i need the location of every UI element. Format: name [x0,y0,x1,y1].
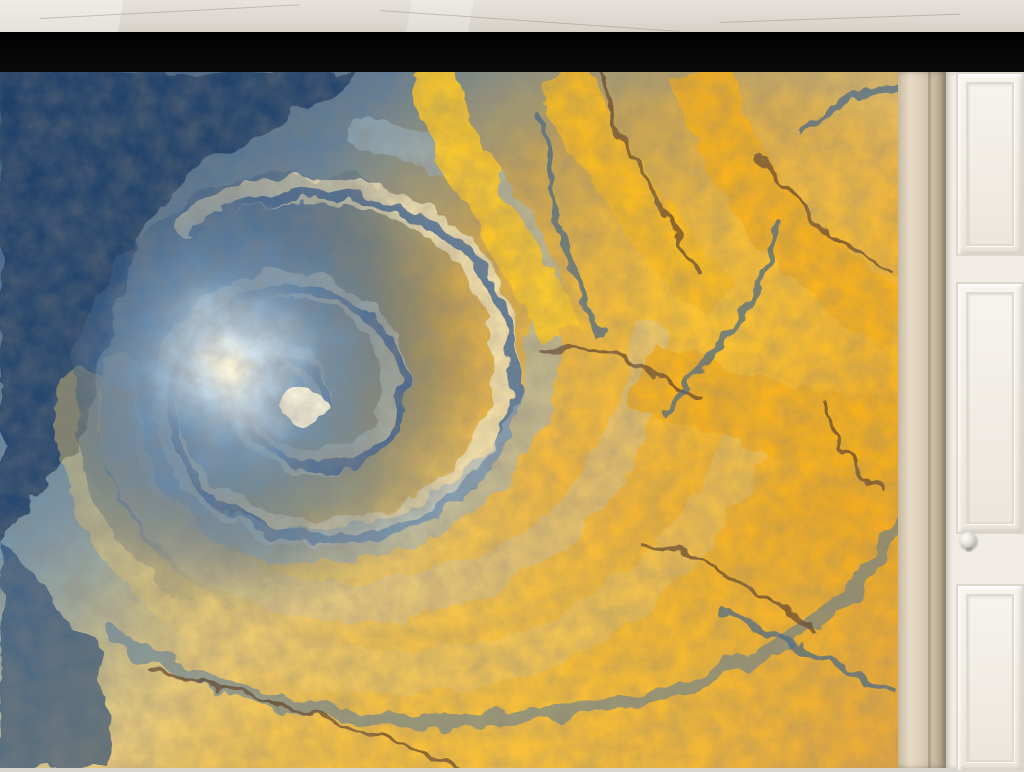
marble-vein [719,13,960,23]
black-frame-rail [0,32,1024,72]
door-panel-upper [956,72,1024,256]
door-panel-middle [956,282,1024,534]
door-frame [898,72,946,768]
swirl-cloud-mural [0,72,898,768]
marble-vein [39,4,300,19]
door-knob [960,532,976,548]
door-panel-lower [956,584,1024,772]
marble-vein [379,10,680,32]
marble-wall-strip [0,0,1024,32]
interior-mockup-scene [0,0,1024,772]
door-panel-inset [966,292,1014,524]
swirl-cloud-artwork [0,72,898,768]
door-panel-inset [966,594,1014,762]
white-panel-door [946,72,1024,772]
door-panel-inset [966,82,1014,246]
